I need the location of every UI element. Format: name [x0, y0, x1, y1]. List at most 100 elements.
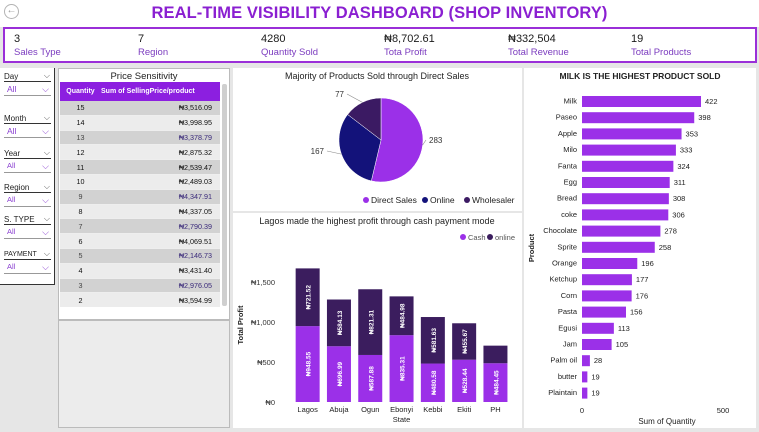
y-tick-label: butter [558, 372, 578, 381]
slicer-sales-type[interactable]: S. TYPE ⌵ All ⌵ [4, 214, 51, 239]
data-label: ₦721.52 [306, 285, 313, 310]
price-cell: ₦4,337.05 [178, 206, 212, 216]
y-tick-label: Sprite [557, 242, 577, 251]
table-row[interactable]: 9 ₦4,347.91 [60, 189, 220, 205]
table-row[interactable]: 3 ₦2,976.05 [60, 278, 220, 294]
chevron-down-icon[interactable]: ⌵ [42, 225, 49, 239]
data-label: ₦455.67 [462, 329, 469, 354]
kpi-card: 3 Sales Type [14, 33, 61, 58]
table-row[interactable]: 6 ₦4,069.51 [60, 234, 220, 249]
chevron-down-icon[interactable]: ⌵ [44, 213, 50, 224]
bar [582, 193, 669, 205]
column-header[interactable]: Quantity [60, 88, 101, 95]
x-tick-label: Kebbi [423, 405, 443, 414]
y-tick-label: Chocolate [543, 226, 577, 235]
table-row[interactable]: 11 ₦2,539.47 [60, 160, 220, 175]
bar [582, 290, 632, 302]
table-scrollbar[interactable] [222, 84, 227, 306]
table-row[interactable]: 14 ₦3,998.95 [60, 115, 220, 131]
bar [582, 160, 674, 172]
table-header: Quantity Sum of SellingPrice/product [60, 82, 220, 101]
bar [582, 387, 588, 399]
slicer-payment[interactable]: PAYMENT ⌵ All ⌵ [4, 249, 51, 274]
chart-title: Majority of Products Sold through Direct… [285, 71, 470, 81]
table-row[interactable]: 10 ₦2,489.03 [60, 174, 220, 190]
table-row[interactable]: 5 ₦2,146.73 [60, 248, 220, 264]
chevron-down-icon[interactable]: ⌵ [44, 112, 50, 123]
table-row[interactable]: 4 ₦3,431.40 [60, 263, 220, 279]
kpi-label: Total Revenue [508, 47, 569, 58]
y-tick-label: Corn [561, 291, 577, 300]
dashboard-title: REAL-TIME VISIBILITY DASHBOARD (SHOP INV… [151, 4, 608, 22]
quantity-cell: 5 [78, 251, 83, 261]
chevron-down-icon[interactable]: ⌵ [44, 248, 50, 259]
slicer-region[interactable]: Region ⌵ All ⌵ [4, 182, 51, 207]
x-tick-label: Ebonyi [390, 405, 413, 414]
chevron-down-icon[interactable]: ⌵ [42, 260, 49, 274]
table-row[interactable]: 13 ₦3,378.79 [60, 130, 220, 146]
chevron-down-icon[interactable]: ⌵ [42, 159, 49, 173]
chevron-down-icon[interactable]: ⌵ [44, 181, 50, 192]
y-tick-label: Pasta [558, 307, 578, 316]
quantity-cell: 7 [78, 221, 83, 231]
table-row[interactable]: 2 ₦3,594.99 [60, 293, 220, 307]
y-tick-label: ₦500 [257, 358, 275, 367]
price-cell: ₦4,069.51 [178, 236, 212, 246]
table-row[interactable]: 15 ₦3,516.09 [60, 101, 220, 116]
legend-marker [422, 197, 428, 203]
price-cell: ₦2,875.32 [178, 147, 212, 157]
kpi-card: 4280 Quantity Sold [261, 33, 318, 58]
chevron-down-icon[interactable]: ⌵ [42, 82, 49, 96]
quantity-cell: 15 [76, 103, 85, 113]
quantity-cell: 2 [78, 295, 83, 305]
data-label: ₦480.58 [431, 370, 438, 395]
data-label: ₦835.31 [400, 356, 407, 381]
column-header[interactable]: Sum of SellingPrice/product [101, 88, 220, 95]
chevron-down-icon[interactable]: ⌵ [42, 124, 49, 138]
y-axis-label: Product [527, 233, 536, 262]
table-row[interactable]: 8 ₦4,337.05 [60, 204, 220, 220]
quantity-cell: 4 [78, 266, 83, 276]
price-cell: ₦2,146.73 [178, 251, 212, 261]
slicer-day[interactable]: Day ⌵ All ⌵ [4, 71, 51, 96]
slicer-panel: Day ⌵ All ⌵ Month ⌵ All ⌵ Year ⌵ All ⌵ Region ⌵… [0, 68, 55, 285]
data-label: ₦484.45 [493, 370, 500, 395]
chevron-down-icon[interactable]: ⌵ [42, 193, 49, 207]
bar [582, 322, 614, 334]
chart-title: Lagos made the highest profit through ca… [259, 216, 494, 226]
chevron-down-icon[interactable]: ⌵ [44, 70, 50, 81]
bar [582, 258, 638, 269]
table-row[interactable]: 7 ₦2,790.39 [60, 219, 220, 235]
data-label: ₦528.44 [462, 368, 469, 393]
bar [582, 339, 612, 350]
slicer-value: All [7, 161, 16, 170]
leader-line [346, 93, 363, 103]
y-tick-label: Jam [563, 340, 577, 349]
data-label: 19 [591, 372, 599, 381]
x-tick-label: Ekiti [457, 405, 472, 414]
bar [582, 371, 588, 383]
slicer-value: All [7, 195, 16, 204]
panel-title: Price Sensitivity [110, 71, 178, 82]
data-label: 113 [618, 324, 630, 333]
leader-line [326, 150, 342, 155]
table-row[interactable]: 12 ₦2,875.32 [60, 145, 220, 161]
y-tick-label: Plaintain [548, 388, 577, 397]
bar [582, 306, 626, 318]
slicer-value: All [7, 262, 16, 271]
price-cell: ₦3,431.40 [178, 266, 212, 276]
chevron-down-icon[interactable]: ⌵ [44, 147, 50, 158]
data-label: 333 [680, 146, 693, 155]
data-label: ₦587.88 [368, 366, 375, 391]
quantity-cell: 14 [76, 118, 85, 128]
bar [582, 128, 682, 140]
data-label: 77 [335, 90, 344, 99]
y-tick-label: Apple [558, 129, 577, 138]
data-label: ₦821.31 [368, 309, 375, 334]
data-label: ₦484.98 [400, 303, 407, 328]
kpi-value: ₦332,504 [508, 33, 556, 45]
slicer-month[interactable]: Month ⌵ All ⌵ [4, 113, 51, 138]
x-axis-label: Sum of Quantity [638, 417, 695, 426]
slicer-year[interactable]: Year ⌵ All ⌵ [4, 148, 51, 173]
y-tick-label: Egusi [558, 323, 577, 332]
